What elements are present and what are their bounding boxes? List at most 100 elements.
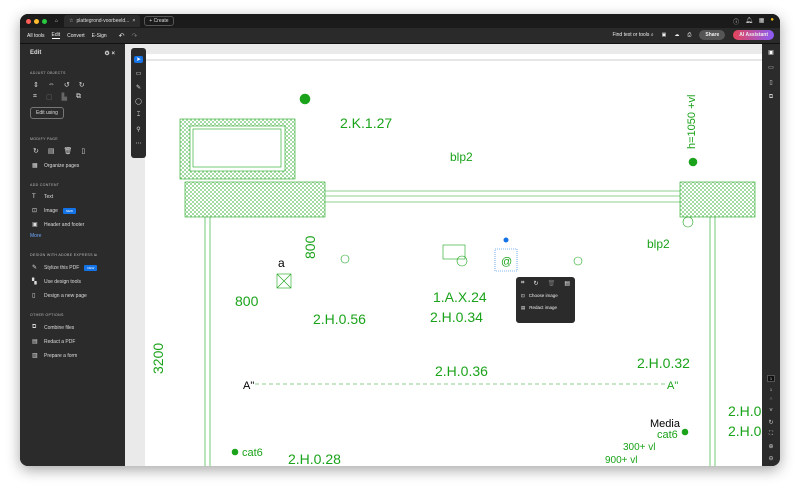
- copy-icon[interactable]: ⧉: [769, 94, 773, 101]
- more-link[interactable]: More: [30, 233, 115, 239]
- refresh-icon[interactable]: ↻: [768, 419, 773, 426]
- image-label: Image: [44, 207, 58, 214]
- edit-using-button[interactable]: Edit using: [30, 107, 64, 119]
- star-icon[interactable]: ☆: [69, 18, 73, 24]
- insert-page-icon[interactable]: ▤: [48, 147, 55, 155]
- apps-icon[interactable]: ▦: [759, 17, 765, 26]
- page-down-icon[interactable]: ˅: [769, 408, 773, 414]
- document-canvas[interactable]: 2.K.1.27 blp2 h=1050 +vl 800 a blp2 800 …: [125, 44, 762, 466]
- stylize-item[interactable]: ✎ Stylize this PDF NEW: [32, 264, 115, 271]
- plan-label: blp2: [450, 150, 473, 164]
- extract-page-icon[interactable]: ▯: [81, 147, 85, 155]
- plan-label: 300+ vl: [623, 442, 656, 453]
- redo-icon[interactable]: ↷: [132, 32, 138, 40]
- minimize-window-button[interactable]: [34, 18, 39, 24]
- title-bar: ⌂ ☆ plattegrond-voorbeeld... × + Create ⓘ 🔔…: [20, 14, 780, 28]
- avatar[interactable]: ●: [770, 17, 774, 26]
- arrange-icon[interactable]: ⧉: [76, 93, 81, 101]
- upload-icon[interactable]: ☁: [674, 32, 679, 38]
- external-link-icon[interactable]: ⧉: [94, 253, 97, 257]
- document-tab[interactable]: ☆ plattegrond-voorbeeld... ×: [64, 15, 141, 27]
- combine-item[interactable]: ⧉ Combine files: [32, 324, 115, 331]
- menu-convert[interactable]: Convert: [67, 33, 85, 39]
- design-tools-item[interactable]: ▚ Use design tools: [32, 278, 115, 286]
- menu-esign[interactable]: E-Sign: [92, 33, 107, 39]
- more-tools-icon[interactable]: ⋯: [136, 140, 142, 147]
- zoom-in-icon[interactable]: ⊕: [768, 443, 773, 450]
- search-icon: ⌕: [650, 32, 654, 38]
- print-icon[interactable]: ⎙: [687, 32, 691, 38]
- page-thumbnails-icon[interactable]: ▯: [769, 79, 772, 86]
- floor-plan: 2.K.1.27 blp2 h=1050 +vl 800 a blp2 800 …: [145, 59, 762, 466]
- text-label: Text: [44, 194, 54, 200]
- close-tab-icon[interactable]: ×: [132, 18, 135, 24]
- image-context-menu: ⌗ ↻ 🗑︎ ▤ ⊡ Choose image ▤ Redact image: [516, 277, 575, 323]
- design-tools-icon: ▚: [32, 279, 37, 285]
- create-tab-button[interactable]: + Create: [144, 16, 174, 26]
- rotate-page-icon[interactable]: ↻: [33, 147, 39, 155]
- plan-label: 2.H.0: [728, 423, 762, 439]
- header-footer-item[interactable]: ▣ Header and footer: [32, 221, 115, 229]
- text-select-icon[interactable]: ⌶: [137, 112, 141, 119]
- undo-icon[interactable]: ↶: [119, 32, 125, 40]
- selected-image[interactable]: @: [501, 256, 512, 268]
- crop-icon[interactable]: ⌗: [33, 93, 37, 101]
- plan-label: 2.H.0.56: [313, 311, 366, 327]
- flip-vertical-icon[interactable]: ⇕: [33, 81, 39, 89]
- gear-icon[interactable]: ⚙: [104, 51, 109, 57]
- crop-icon[interactable]: ⌗: [521, 280, 524, 287]
- section-add-content: ADD CONTENT: [30, 183, 60, 187]
- add-text-item[interactable]: T Text: [32, 194, 115, 200]
- add-image-item[interactable]: ⊡ Image NEW: [32, 207, 115, 214]
- menu-edit[interactable]: Edit: [51, 32, 61, 39]
- home-icon[interactable]: ⌂: [55, 18, 58, 24]
- combine-label: Combine files: [44, 324, 75, 331]
- delete-icon[interactable]: 🗑︎: [548, 280, 556, 287]
- plan-label: A": [667, 380, 678, 392]
- edit-image-icon[interactable]: ▣: [768, 49, 774, 56]
- delete-page-icon[interactable]: 🗑︎: [64, 147, 73, 155]
- page-total: 1: [769, 387, 773, 392]
- more-options-icon[interactable]: ▤: [564, 280, 570, 287]
- page-up-icon[interactable]: ˄: [769, 397, 773, 403]
- new-page-item[interactable]: ▯ Design a new page: [32, 292, 115, 300]
- bell-icon[interactable]: 🔔︎: [745, 17, 753, 26]
- comment-tool-icon[interactable]: ▭: [136, 70, 142, 77]
- flip-horizontal-icon[interactable]: ⇔: [48, 81, 55, 89]
- rotate-left-icon[interactable]: ↺: [64, 81, 70, 89]
- fit-page-icon[interactable]: ⛶: [769, 431, 773, 438]
- close-panel-icon[interactable]: ×: [111, 51, 115, 57]
- ai-assistant-button[interactable]: AI Assistant: [733, 30, 774, 40]
- plan-label: blp2: [647, 237, 670, 251]
- organize-label: Organize pages: [44, 162, 80, 169]
- form-item[interactable]: ▥ Prepare a form: [32, 352, 115, 360]
- find-tools-button[interactable]: Find text or tools ⌕: [612, 32, 653, 38]
- align-icon[interactable]: ▙: [62, 93, 67, 101]
- rotate-icon[interactable]: ↻: [533, 280, 538, 287]
- rotate-right-icon[interactable]: ↻: [79, 81, 85, 89]
- lasso-tool-icon[interactable]: ◯: [135, 98, 142, 105]
- page-number-input[interactable]: 1: [766, 375, 776, 382]
- comment-icon[interactable]: ▭: [768, 64, 774, 71]
- select-tool-icon[interactable]: ➤: [133, 56, 144, 63]
- redact-image-item[interactable]: ▤ Redact image: [521, 305, 570, 311]
- stamp-tool-icon[interactable]: ⚲: [136, 126, 140, 133]
- save-icon[interactable]: ▣: [662, 32, 667, 38]
- pdf-page[interactable]: 2.K.1.27 blp2 h=1050 +vl 800 a blp2 800 …: [145, 54, 762, 466]
- share-button[interactable]: Share: [699, 30, 726, 40]
- plan-label: 800: [302, 235, 318, 259]
- header-footer-icon: ▣: [32, 222, 38, 228]
- redact-item[interactable]: ▤ Redact a PDF: [32, 338, 115, 346]
- find-label: Find text or tools: [612, 32, 650, 38]
- replace-icon[interactable]: ▢: [46, 93, 53, 101]
- organize-pages-item[interactable]: ▦ Organize pages: [32, 162, 115, 170]
- choose-image-item[interactable]: ⊡ Choose image: [521, 293, 570, 299]
- menu-all-tools[interactable]: All tools: [27, 33, 45, 39]
- help-icon[interactable]: ⓘ: [733, 17, 739, 26]
- close-window-button[interactable]: [26, 18, 31, 24]
- maximize-window-button[interactable]: [42, 18, 47, 24]
- vertical-tools: ➤ ▭ ✎ ◯ ⌶ ⚲ ⋯: [131, 48, 146, 158]
- zoom-out-icon[interactable]: ⊖: [768, 455, 773, 462]
- draw-tool-icon[interactable]: ✎: [136, 84, 141, 91]
- plan-label: A": [243, 380, 254, 392]
